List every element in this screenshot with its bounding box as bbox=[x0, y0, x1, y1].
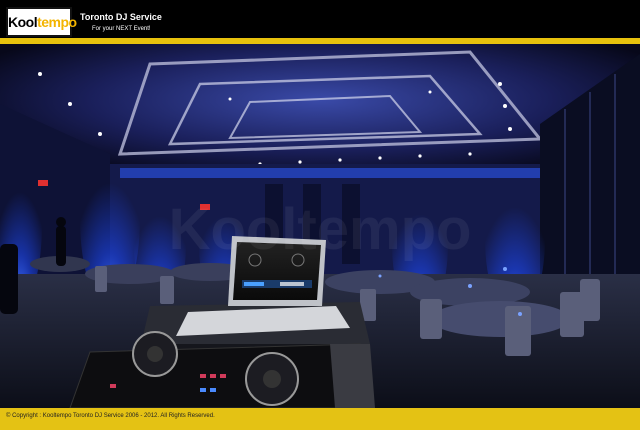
page-frame: Kooltempo Toronto DJ Service For your NE… bbox=[0, 0, 640, 430]
ballroom-photo-illustration: Kooltempo bbox=[0, 44, 640, 408]
road-case-edge bbox=[330, 344, 375, 408]
exit-sign bbox=[38, 180, 48, 186]
site-brand: Toronto DJ Service bbox=[80, 12, 162, 22]
wall-glow-band bbox=[120, 168, 540, 178]
photo-watermark: Kooltempo bbox=[169, 197, 472, 262]
kooltempo-logo[interactable]: Kooltempo bbox=[6, 7, 77, 37]
site-footer: © Copyright : Kooltempo Toronto DJ Servi… bbox=[0, 408, 640, 430]
site-header: Kooltempo Toronto DJ Service For your NE… bbox=[0, 0, 640, 38]
logo-text-accent: tempo bbox=[37, 14, 77, 30]
copyright-text: © Copyright : Kooltempo Toronto DJ Servi… bbox=[6, 413, 215, 419]
site-tagline: For your NEXT Event! bbox=[92, 26, 151, 32]
event-photo: Kooltempo bbox=[0, 44, 640, 408]
logo-text: Kool bbox=[8, 14, 38, 30]
